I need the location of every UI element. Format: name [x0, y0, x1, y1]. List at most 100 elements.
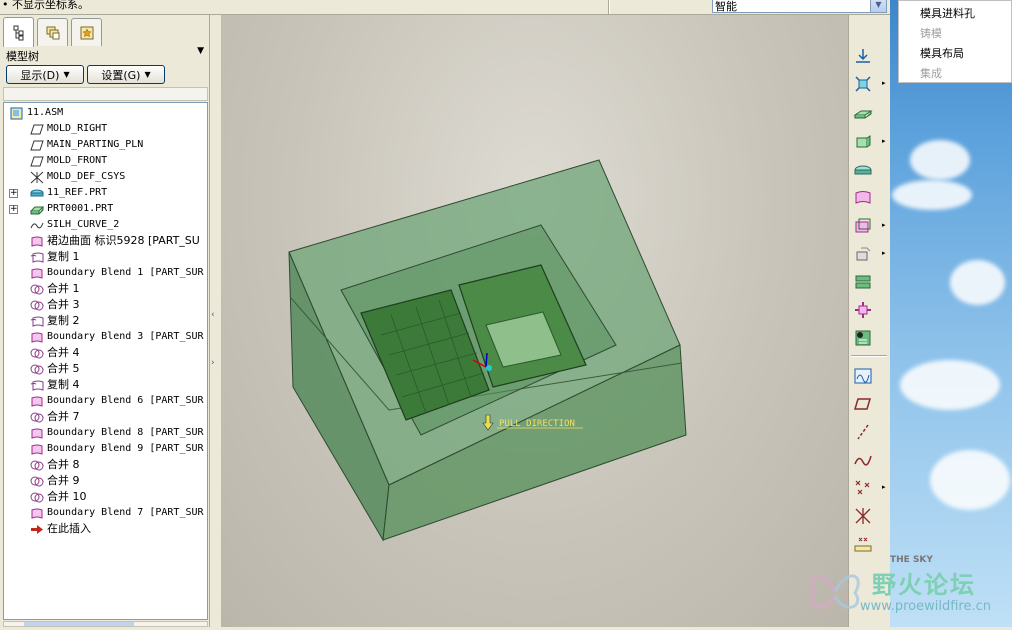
merge-icon	[29, 298, 45, 312]
horizontal-scrollbar[interactable]	[3, 621, 208, 627]
context-menu: 模具进料孔铸模模具布局集成	[898, 0, 1012, 83]
model-tree[interactable]: 11.ASM MOLD_RIGHT MAIN_PARTING_PLN MOLD_FRO…	[3, 102, 208, 620]
workpiece-button[interactable]	[852, 102, 874, 124]
tree-node[interactable]: 合并 5	[29, 361, 80, 377]
tree-node[interactable]: Boundary Blend 3 [PART_SUR	[29, 329, 204, 345]
tree-node[interactable]: 合并 9	[29, 473, 80, 489]
message-bar: • 不显示坐标系。 智能 ▼	[0, 0, 892, 15]
tree-node[interactable]: SILH_CURVE_2	[29, 217, 119, 233]
copy-surface-icon	[29, 378, 45, 392]
settings-menu-button[interactable]: 设置(G) ▼	[87, 65, 165, 84]
favorites-icon	[80, 26, 93, 39]
datum-axis-button[interactable]	[852, 421, 874, 443]
tab-folder-browser[interactable]	[37, 18, 68, 46]
tree-node[interactable]: 合并 7	[29, 409, 80, 425]
tree-node-label: 合并 8	[47, 458, 80, 471]
insert-here-arrow-icon	[29, 522, 45, 536]
menu-item: 集成	[920, 67, 942, 80]
tree-node-label: 裙边曲面 标识5928 [PART_SU	[47, 234, 200, 247]
mold-check-button[interactable]	[852, 327, 874, 349]
tree-node[interactable]: MAIN_PARTING_PLN	[29, 137, 143, 153]
datum-plane-button[interactable]	[852, 393, 874, 415]
tree-node-label: MAIN_PARTING_PLN	[47, 139, 144, 150]
tree-node[interactable]: MOLD_FRONT	[29, 153, 107, 169]
volume-block-button[interactable]: ▸	[852, 215, 886, 237]
tree-column-header[interactable]	[3, 87, 208, 101]
tree-node-label: 合并 1	[47, 282, 80, 295]
tree-node[interactable]: Boundary Blend 9 [PART_SUR	[29, 441, 204, 457]
sketch-button[interactable]	[852, 365, 874, 387]
flyout-arrow-icon[interactable]: ▸	[882, 221, 886, 229]
shrinkage-button[interactable]: ▸	[852, 131, 886, 153]
tree-node[interactable]: 裙边曲面 标识5928 [PART_SU	[29, 233, 200, 249]
mold-3d-model[interactable]: PULL DIRECTION	[221, 15, 848, 627]
tree-node[interactable]: 复制 1	[29, 249, 80, 265]
split-mold-icon	[855, 275, 871, 289]
reference-model-button[interactable]	[852, 45, 874, 67]
tab-favorites[interactable]	[71, 18, 102, 46]
tree-node[interactable]: 复制 2	[29, 313, 80, 329]
workpiece-icon	[853, 110, 873, 119]
graphics-window[interactable]: PULL DIRECTION	[221, 15, 848, 627]
tree-node[interactable]: 11.ASM	[9, 105, 63, 121]
tree-node[interactable]: 在此插入	[29, 521, 91, 537]
chevron-down-icon[interactable]: ▼	[870, 0, 886, 12]
tree-node[interactable]: 合并 4	[29, 345, 80, 361]
datum-point-button[interactable]: ▸	[852, 477, 886, 499]
tree-node[interactable]: 合并 10	[29, 489, 87, 505]
tree-node-label: 合并 10	[47, 490, 87, 503]
scrollbar-thumb[interactable]	[24, 622, 134, 626]
tree-node[interactable]: Boundary Blend 6 [PART_SUR	[29, 393, 204, 409]
selection-filter-dropdown[interactable]: 智能 ▼	[712, 0, 887, 13]
expand-right-icon[interactable]: ›	[211, 358, 218, 372]
display-menu-button[interactable]: 显示(D) ▼	[6, 65, 84, 84]
flyout-arrow-icon[interactable]: ▸	[882, 137, 886, 145]
skirt-surface-button[interactable]	[852, 187, 874, 209]
tree-node[interactable]: 合并 8	[29, 457, 80, 473]
copy-surface-icon	[29, 250, 45, 264]
menu-item: 铸模	[920, 27, 942, 40]
split-mold-button[interactable]	[852, 271, 874, 293]
menu-item[interactable]: 模具进料孔	[920, 7, 975, 20]
tree-node[interactable]: 11_REF.PRT	[29, 185, 107, 201]
tree-node-label: 合并 7	[47, 410, 80, 423]
tree-node-label: Boundary Blend 1 [PART_SUR	[47, 267, 204, 278]
expand-node-icon[interactable]: +	[9, 189, 18, 198]
flyout-arrow-icon[interactable]: ▸	[882, 483, 886, 491]
expand-node-icon[interactable]: +	[9, 205, 18, 214]
mold-component-button[interactable]: ▸	[852, 243, 886, 265]
tree-node-label: 合并 4	[47, 346, 80, 359]
assembly-icon	[9, 106, 25, 120]
tree-node-label: 在此插入	[47, 522, 91, 535]
flyout-arrow-icon[interactable]: ▸	[882, 79, 886, 87]
cloud-image	[950, 260, 1005, 305]
panel-splitter[interactable]: ‹ ›	[209, 15, 220, 627]
tab-model-tree[interactable]	[3, 17, 34, 47]
collapse-left-icon[interactable]: ‹	[211, 310, 218, 324]
tree-node[interactable]: MOLD_DEF_CSYS	[29, 169, 125, 185]
datum-csys-button[interactable]	[852, 505, 874, 527]
tree-node[interactable]: 合并 1	[29, 281, 80, 297]
mold-opening-button[interactable]	[852, 299, 874, 321]
tree-node-label: 合并 5	[47, 362, 80, 375]
datum-csys-icon	[855, 508, 871, 524]
menu-item[interactable]: 模具布局	[920, 47, 964, 60]
tree-node[interactable]: Boundary Blend 8 [PART_SUR	[29, 425, 204, 441]
tree-node[interactable]: 复制 4	[29, 377, 80, 393]
tree-node[interactable]: MOLD_RIGHT	[29, 121, 107, 137]
volume-block-icon	[855, 218, 871, 233]
chevron-down-icon[interactable]: ▼	[197, 46, 204, 56]
flyout-arrow-icon[interactable]: ▸	[882, 249, 886, 257]
tree-node[interactable]: Boundary Blend 7 [PART_SUR	[29, 505, 204, 521]
tree-node[interactable]: 合并 3	[29, 297, 80, 313]
merge-icon	[29, 282, 45, 296]
folder-browser-icon	[46, 26, 59, 39]
datum-curve-button[interactable]	[852, 449, 874, 471]
datum-point-icon	[855, 480, 870, 495]
surface-icon	[29, 330, 45, 344]
tree-node[interactable]: PRT0001.PRT	[29, 201, 113, 217]
parting-surface-button[interactable]	[852, 159, 874, 181]
mold-layout-button[interactable]: ▸	[852, 73, 886, 95]
analysis-button[interactable]	[852, 533, 874, 555]
tree-node[interactable]: Boundary Blend 1 [PART_SUR	[29, 265, 204, 281]
